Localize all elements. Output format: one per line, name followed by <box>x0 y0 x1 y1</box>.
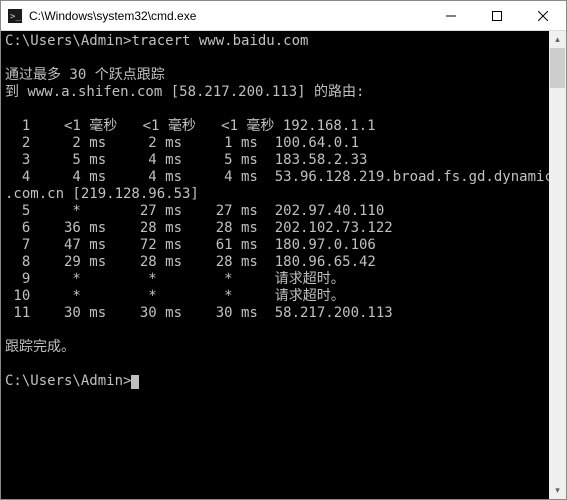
hop-line: 3 5 ms 4 ms 5 ms 183.58.2.33 <box>5 152 367 168</box>
scroll-thumb[interactable] <box>550 48 565 88</box>
hop-line: 9 * * * 请求超时。 <box>5 271 345 287</box>
scroll-up-arrow[interactable]: ▴ <box>549 31 566 48</box>
text-cursor <box>131 375 139 389</box>
hop-line: 6 36 ms 28 ms 28 ms 202.102.73.122 <box>5 220 393 236</box>
close-button[interactable] <box>520 1 566 31</box>
app-icon: >_ <box>7 8 23 24</box>
terminal-area: C:\Users\Admin>tracert www.baidu.com 通过最… <box>1 31 566 499</box>
hop-line: 10 * * * 请求超时。 <box>5 288 345 304</box>
tracert-done: 跟踪完成。 <box>5 339 75 355</box>
scroll-down-arrow[interactable]: ▾ <box>549 482 566 499</box>
cmd-prompt: C:\Users\Admin> <box>5 373 131 389</box>
hop-line: 8 29 ms 28 ms 28 ms 180.96.65.42 <box>5 254 376 270</box>
cmd-command: tracert www.baidu.com <box>131 33 308 49</box>
hop-line: 5 * 27 ms 27 ms 202.97.40.110 <box>5 203 384 219</box>
cmd-window: >_ C:\Windows\system32\cmd.exe C:\Users\… <box>0 0 567 500</box>
cmd-prompt: C:\Users\Admin> <box>5 33 131 49</box>
hop-line: 1 <1 毫秒 <1 毫秒 <1 毫秒 192.168.1.1 <box>5 118 376 134</box>
terminal-output[interactable]: C:\Users\Admin>tracert www.baidu.com 通过最… <box>1 31 549 499</box>
tracert-target: 到 www.a.shifen.com [58.217.200.113] 的路由: <box>5 84 364 100</box>
hop-line: 4 4 ms 4 ms 4 ms 53.96.128.219.broad.fs.… <box>5 169 549 185</box>
svg-text:>_: >_ <box>10 12 21 22</box>
hop-line-wrap: .com.cn [219.128.96.53] <box>5 186 199 202</box>
hop-line: 11 30 ms 30 ms 30 ms 58.217.200.113 <box>5 305 393 321</box>
maximize-button[interactable] <box>474 1 520 31</box>
window-title: C:\Windows\system32\cmd.exe <box>29 9 428 23</box>
window-controls <box>428 1 566 31</box>
minimize-button[interactable] <box>428 1 474 31</box>
hop-line: 7 47 ms 72 ms 61 ms 180.97.0.106 <box>5 237 376 253</box>
tracert-header: 通过最多 30 个跃点跟踪 <box>5 67 165 83</box>
vertical-scrollbar[interactable]: ▴ ▾ <box>549 31 566 499</box>
titlebar[interactable]: >_ C:\Windows\system32\cmd.exe <box>1 1 566 31</box>
hop-line: 2 2 ms 2 ms 1 ms 100.64.0.1 <box>5 135 359 151</box>
